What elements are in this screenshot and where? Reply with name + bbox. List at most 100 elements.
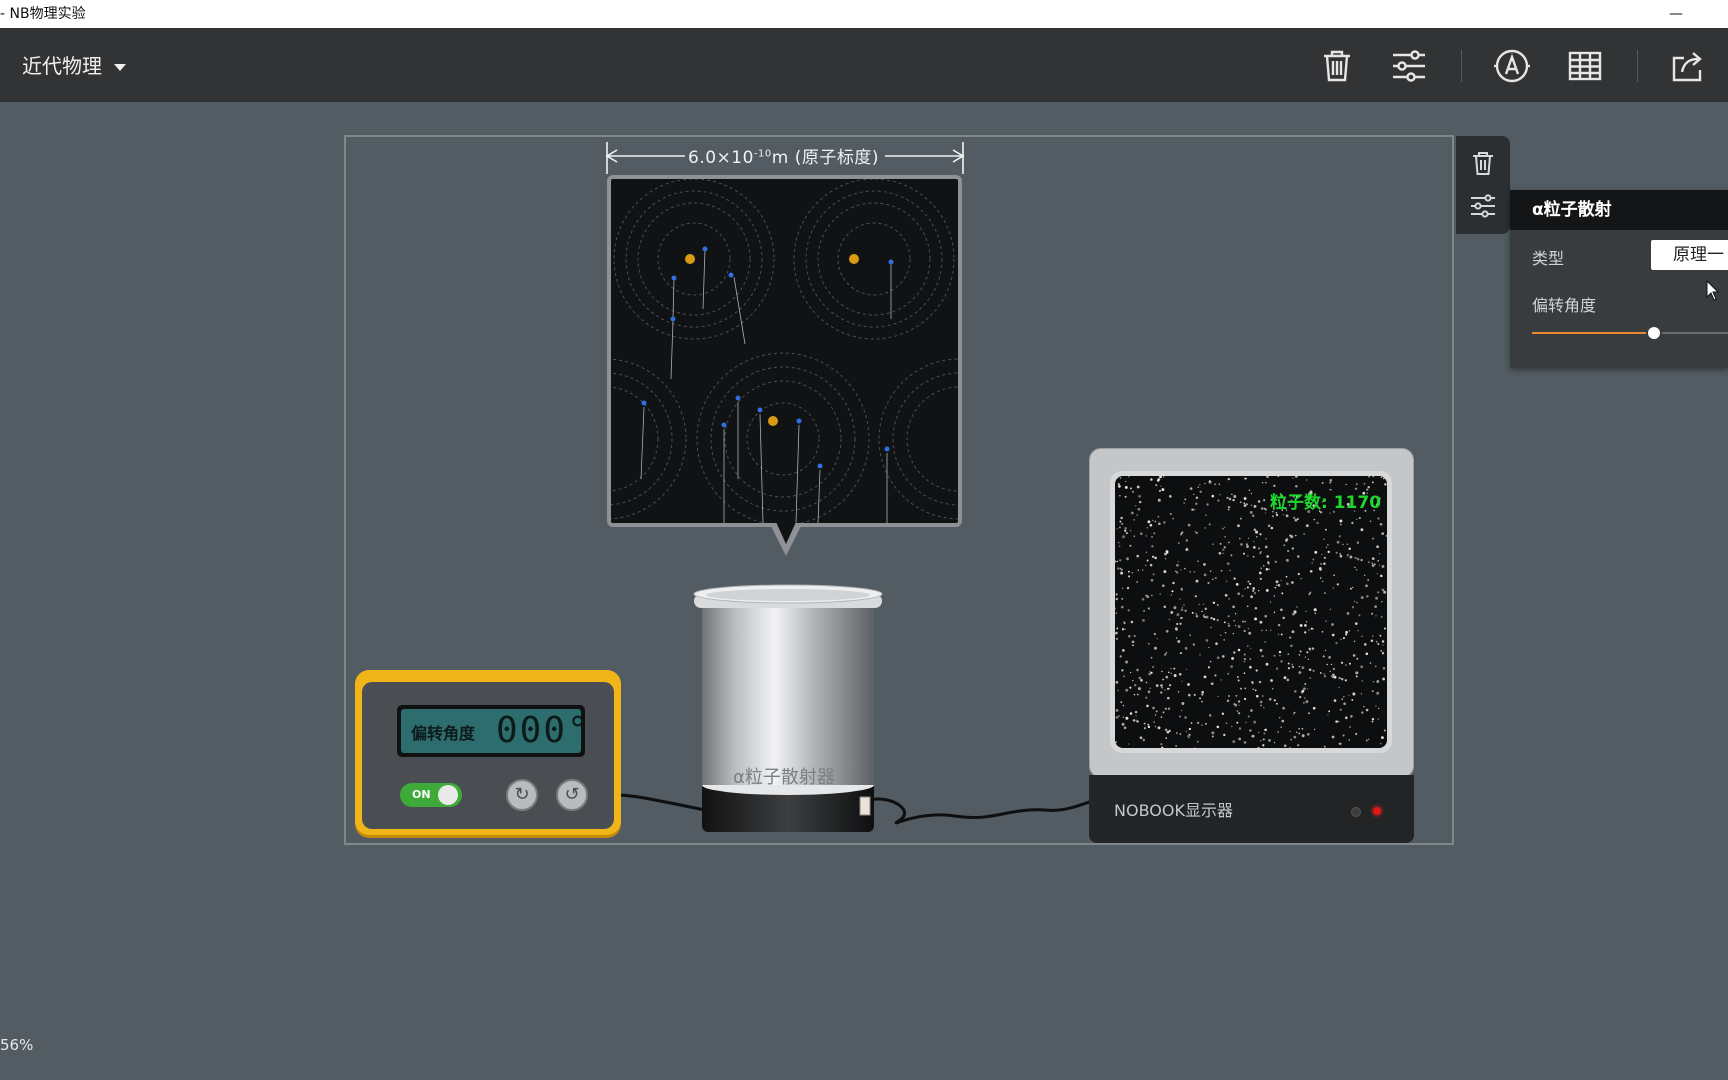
particle-hit-dot — [1296, 555, 1300, 558]
particle-hit-dot — [1259, 533, 1262, 536]
rotate-clockwise-button[interactable]: ↻ — [506, 779, 538, 811]
particle-hit-dot — [1303, 687, 1306, 691]
particle-hit-dot — [1241, 620, 1245, 623]
particle-hit-dot — [1264, 614, 1267, 618]
particle-hit-dot — [1247, 715, 1250, 718]
particle-hit-dot — [1345, 630, 1348, 634]
particle-hit-dot — [1322, 580, 1324, 583]
particle-hit-dot — [1311, 647, 1315, 650]
particle-hit-dot — [1195, 579, 1199, 583]
particle-hit-dot — [1157, 515, 1160, 518]
particle-hit-dot — [1285, 558, 1289, 562]
angle-slider[interactable] — [1532, 325, 1728, 341]
particle-hit-dot — [1173, 667, 1176, 670]
particle-hit-dot — [1212, 617, 1216, 621]
table-icon[interactable] — [1565, 46, 1605, 86]
particle-hit-dot — [1301, 689, 1305, 693]
particle-hit-dot — [1265, 537, 1267, 540]
particle-hit-dot — [1264, 728, 1267, 732]
particle-hit-dot — [1224, 631, 1227, 634]
alpha-emitter[interactable] — [688, 582, 888, 834]
angle-slider-handle[interactable] — [1645, 325, 1662, 341]
particle-hit-dot — [1339, 708, 1342, 711]
toggle-knob — [438, 785, 458, 805]
type-select[interactable]: 原理一 — [1651, 240, 1728, 270]
particle-hit-dot — [1330, 675, 1333, 677]
particle-hit-dot — [1250, 492, 1253, 495]
particle-hit-dot — [1239, 537, 1241, 540]
particle-hit-dot — [1210, 570, 1212, 572]
delete-object-icon[interactable] — [1468, 148, 1498, 178]
particle-hit-dot — [1216, 725, 1220, 729]
particle-hit-dot — [1157, 477, 1161, 481]
particle-hit-dot — [1163, 570, 1167, 574]
particle-hit-dot — [1290, 644, 1293, 648]
particle-hit-dot — [1156, 638, 1158, 640]
particle-hit-dot — [1189, 571, 1191, 573]
particle-hit-dot — [1157, 726, 1161, 730]
top-toolbar: 近代物理 — [0, 28, 1728, 102]
object-settings-icon[interactable] — [1468, 191, 1498, 221]
particle-hit-dot — [1204, 482, 1206, 485]
particle-hit-dot — [1304, 682, 1307, 686]
particle-hit-dot — [1348, 694, 1350, 697]
trash-icon[interactable] — [1317, 46, 1357, 86]
particle-hit-dot — [1188, 736, 1190, 739]
particle-hit-dot — [1121, 522, 1124, 525]
rotate-counterclockwise-button[interactable]: ↺ — [556, 779, 588, 811]
angle-slider-fill — [1532, 332, 1654, 334]
particle-hit-dot — [1197, 560, 1199, 562]
particle-hit-dot — [1119, 567, 1122, 570]
particle-hit-dot — [1115, 680, 1119, 684]
particle-hit-dot — [1375, 640, 1378, 643]
particle-hit-dot — [1201, 690, 1205, 694]
particle-hit-dot — [1291, 665, 1295, 669]
particle-hit-dot — [1344, 679, 1347, 682]
particle-hit-dot — [1201, 610, 1203, 613]
particle-hit-dot — [1350, 715, 1353, 718]
particle-hit-dot — [1120, 516, 1123, 520]
particle-hit-dot — [1338, 743, 1340, 745]
particle-hit-dot — [1157, 522, 1161, 526]
particle-hit-dot — [1249, 665, 1252, 669]
particle-hit-dot — [1316, 521, 1319, 525]
particle-hit-dot — [1246, 605, 1249, 608]
particle-hit-dot — [1380, 615, 1383, 618]
minimize-button[interactable]: — — [1666, 0, 1686, 28]
particle-hit-dot — [1273, 484, 1276, 487]
sliders-icon[interactable] — [1389, 46, 1429, 86]
particle-hit-dot — [1356, 483, 1358, 485]
particle-hit-dot — [1290, 738, 1293, 741]
particle-hit-dot — [1125, 716, 1129, 720]
particle-hit-dot — [1195, 502, 1198, 505]
particle-hit-dot — [1121, 628, 1125, 631]
particle-hit-dot — [1263, 565, 1265, 567]
particle-hit-dot — [1184, 646, 1188, 650]
particle-hit-dot — [1333, 699, 1337, 702]
particle-hit-dot — [1116, 627, 1119, 630]
particle-hit-dot — [1369, 662, 1372, 664]
particle-hit-dot — [1356, 601, 1358, 604]
particle-hit-dot — [1119, 477, 1122, 479]
particle-hit-dot — [1236, 721, 1239, 724]
particle-hit-dot — [1221, 527, 1224, 530]
particle-hit-dot — [1289, 747, 1291, 748]
particle-hit-dot — [1126, 586, 1130, 590]
particle-hit-dot — [1259, 620, 1263, 624]
particle-hit-dot — [1165, 629, 1169, 633]
particle-hit-dot — [1164, 728, 1168, 732]
category-dropdown[interactable]: 近代物理 — [22, 50, 126, 79]
power-toggle[interactable]: ON — [400, 783, 462, 807]
particle-hit-dot — [1180, 532, 1183, 535]
particle-count: 粒子数: 1170 — [1270, 493, 1382, 513]
particle-hit-dot — [1121, 669, 1124, 672]
particle-hit-dot — [1253, 540, 1255, 543]
particle-hit-dot — [1158, 489, 1162, 492]
particle-hit-dot — [1258, 680, 1262, 684]
share-icon[interactable] — [1668, 46, 1708, 86]
particle-hit-dot — [1273, 699, 1276, 702]
particle-hit-dot — [1218, 551, 1222, 555]
particle-hit-dot — [1147, 520, 1151, 524]
text-label-icon[interactable] — [1492, 46, 1532, 86]
particle-hit-dot — [1294, 518, 1298, 522]
